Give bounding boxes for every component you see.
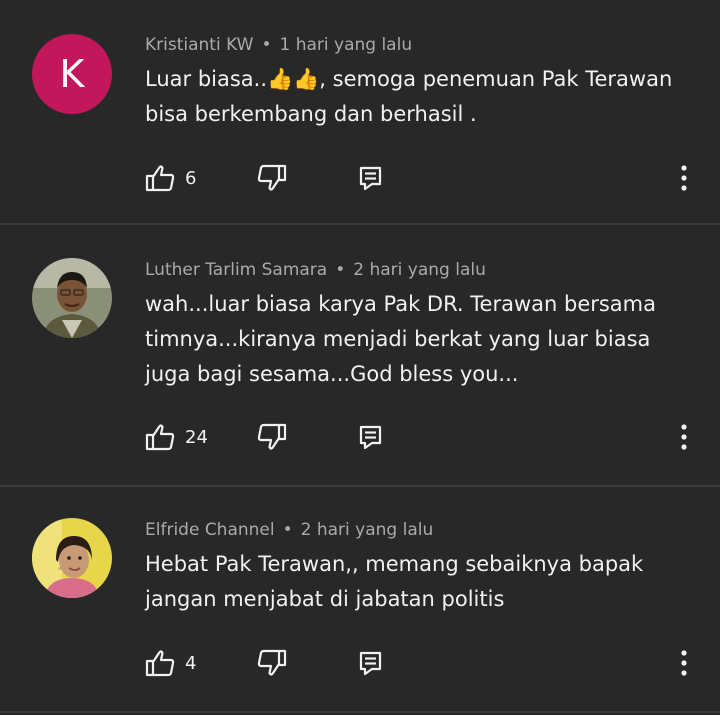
- thumbs-up-icon: [145, 649, 175, 677]
- comment-time: 1 hari yang lalu: [279, 35, 413, 55]
- thumbs-down-icon: [257, 649, 287, 677]
- more-vert-icon: [680, 424, 688, 450]
- avatar[interactable]: [32, 518, 112, 598]
- comment-meta: Elfride Channel • 2 hari yang lalu: [145, 520, 433, 540]
- author-name[interactable]: Elfride Channel: [145, 520, 275, 540]
- reply-comment-icon: [358, 165, 384, 191]
- comment-time: 2 hari yang lalu: [353, 260, 486, 280]
- more-options-button[interactable]: [672, 417, 696, 457]
- avatar-photo: [32, 518, 112, 598]
- thumbs-up-icon: [145, 164, 175, 192]
- avatar-photo: [32, 258, 112, 338]
- author-name[interactable]: Luther Tarlim Samara: [145, 260, 327, 280]
- thumbs-down-icon: [257, 164, 287, 192]
- like-button[interactable]: 24: [145, 417, 208, 457]
- meta-separator: •: [335, 260, 346, 280]
- like-count: 24: [185, 426, 208, 448]
- avatar[interactable]: [32, 258, 112, 338]
- comment-actions: 4: [0, 643, 720, 683]
- comment-text: Luar biasa..👍👍, semoga penemuan Pak Tera…: [145, 67, 673, 126]
- reply-button[interactable]: [358, 643, 384, 683]
- author-name[interactable]: Kristianti KW: [145, 35, 253, 55]
- avatar[interactable]: K: [32, 34, 112, 114]
- meta-separator: •: [261, 35, 272, 55]
- reply-button[interactable]: [358, 417, 384, 457]
- like-button[interactable]: 6: [145, 158, 196, 198]
- meta-separator: •: [282, 520, 293, 540]
- thumbs-up-icon: [145, 423, 175, 451]
- reply-button[interactable]: [358, 158, 384, 198]
- comment-time: 2 hari yang lalu: [300, 520, 434, 540]
- dislike-button[interactable]: [257, 158, 287, 198]
- comment-meta: Kristianti KW • 1 hari yang lalu: [145, 35, 412, 55]
- dislike-button[interactable]: [257, 417, 287, 457]
- comment-text: Hebat Pak Terawan,, memang sebaiknya bap…: [145, 552, 644, 611]
- comment-text: wah...luar biasa karya Pak DR. Terawan b…: [145, 292, 657, 386]
- like-count: 6: [185, 167, 197, 189]
- comment-actions: 24: [0, 417, 720, 457]
- thumbs-down-icon: [257, 423, 287, 451]
- comment-item: Elfride Channel • 2 hari yang lalu Hebat P…: [0, 487, 720, 713]
- more-options-button[interactable]: [672, 158, 696, 198]
- dislike-button[interactable]: [257, 643, 287, 683]
- comment-actions: 6: [0, 158, 720, 198]
- reply-comment-icon: [358, 424, 384, 450]
- like-button[interactable]: 4: [145, 643, 196, 683]
- comment-item: K Kristianti KW • 1 hari yang lalu Luar bi…: [0, 0, 720, 225]
- comment-meta: Luther Tarlim Samara • 2 hari yang lalu: [145, 260, 486, 280]
- more-vert-icon: [680, 650, 688, 676]
- comment-item: Luther Tarlim Samara • 2 hari yang lalu wa…: [0, 225, 720, 487]
- like-count: 4: [185, 652, 197, 674]
- avatar-letter: K: [59, 52, 85, 96]
- more-options-button[interactable]: [672, 643, 696, 683]
- reply-comment-icon: [358, 650, 384, 676]
- more-vert-icon: [680, 165, 688, 191]
